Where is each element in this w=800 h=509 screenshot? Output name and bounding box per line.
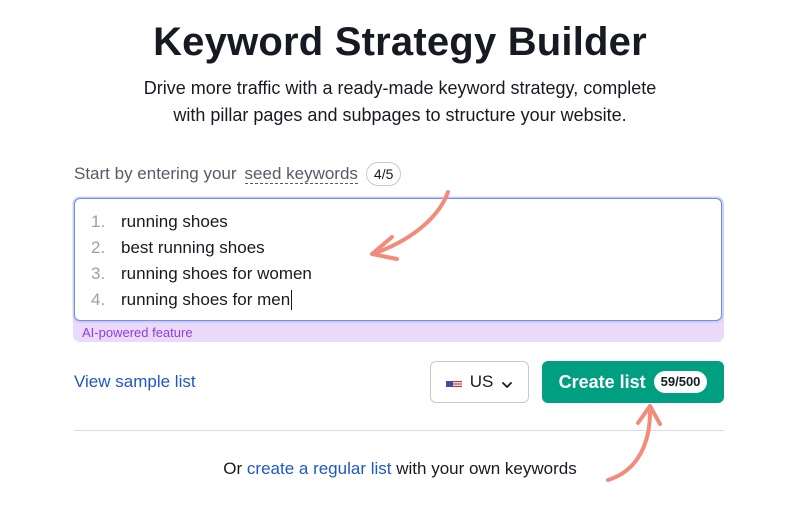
ai-powered-label: AI-powered feature (82, 325, 193, 340)
country-select[interactable]: US (430, 361, 529, 403)
view-sample-list-link[interactable]: View sample list (74, 372, 196, 392)
keyword-line: 3. running shoes for women (91, 261, 721, 287)
keyword-line: 1. running shoes (91, 209, 721, 235)
seed-keywords-tooltip-term[interactable]: seed keywords (244, 164, 358, 184)
subtitle-line-2: with pillar pages and subpages to struct… (173, 105, 627, 125)
section-divider (74, 430, 724, 431)
keyword-text: running shoes (121, 212, 228, 231)
keyword-text: best running shoes (121, 238, 265, 257)
page-title: Keyword Strategy Builder (153, 20, 647, 64)
create-regular-list-link[interactable]: create a regular list (247, 459, 392, 478)
create-limit-badge: 59/500 (653, 371, 708, 393)
keyword-line: 4. running shoes for men (91, 287, 721, 313)
keyword-text: running shoes for women (121, 264, 312, 283)
create-list-label: Create list (558, 371, 646, 392)
seed-keywords-label: Start by entering your seed keywords 4/5 (74, 162, 402, 186)
keyword-line-number: 4. (91, 290, 106, 309)
text-caret (291, 290, 293, 310)
regular-list-prompt: Or create a regular list with your own k… (0, 459, 800, 479)
seed-keywords-input[interactable]: 1. running shoes 2. best running shoes 3… (74, 198, 722, 321)
page-subtitle: Drive more traffic with a ready-made key… (100, 75, 700, 129)
keyword-strategy-builder-page: Keyword Strategy Builder Drive more traf… (0, 0, 800, 509)
us-flag-icon (445, 377, 462, 388)
subtitle-line-1: Drive more traffic with a ready-made key… (143, 78, 657, 98)
country-value: US (469, 372, 494, 391)
keyword-line-number: 2. (91, 238, 106, 257)
chevron-down-icon (501, 376, 513, 388)
seed-count-badge: 4/5 (365, 162, 402, 186)
keyword-text: running shoes for men (121, 290, 291, 309)
regular-list-suffix: with your own keywords (396, 459, 577, 478)
keyword-line-number: 1. (91, 212, 106, 231)
regular-list-prefix: Or (223, 459, 243, 478)
create-list-button[interactable]: Create list 59/500 (542, 361, 724, 403)
seed-label-prefix: Start by entering your (74, 164, 237, 183)
keyword-line: 2. best running shoes (91, 235, 721, 261)
keyword-line-number: 3. (91, 264, 106, 283)
